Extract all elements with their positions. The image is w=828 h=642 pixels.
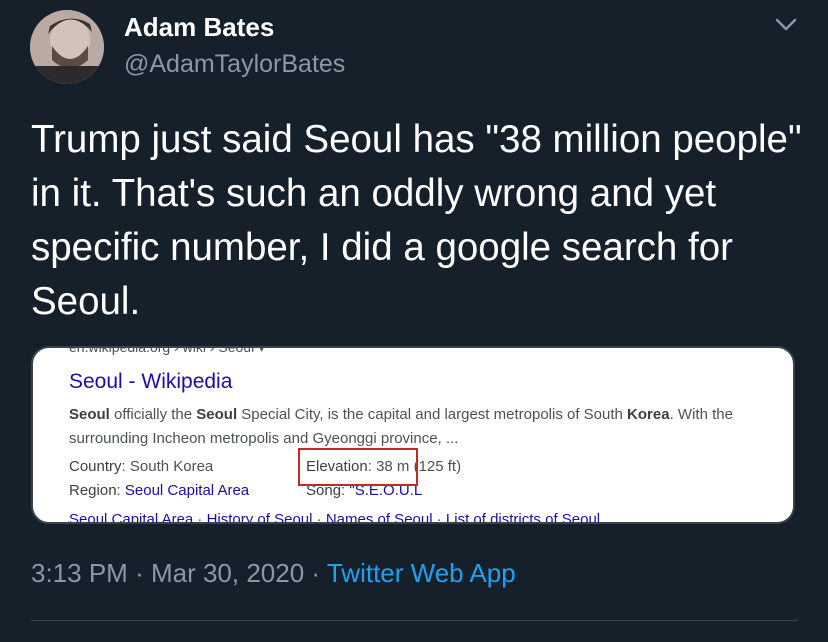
author-name[interactable]: Adam Bates xyxy=(124,12,274,43)
fact-label-country: Country xyxy=(69,458,122,475)
source-app-link[interactable]: Twitter Web App xyxy=(327,558,516,588)
tweet-time[interactable]: 3:13 PM xyxy=(31,558,128,588)
snippet-bold-term: Seoul xyxy=(196,406,238,423)
result-title: Seoul - Wikipedia xyxy=(69,370,233,393)
elevation-highlight-box xyxy=(298,448,418,486)
tweet-text: Trump just said Seoul has "38 million pe… xyxy=(31,118,802,323)
result-snippet: Seoul officially the Seoul Special City,… xyxy=(69,403,769,451)
avatar[interactable] xyxy=(30,10,104,84)
fact-value-region: Seoul Capital Area xyxy=(124,482,250,499)
fact-value-country: South Korea xyxy=(129,458,214,475)
link-separator: · xyxy=(432,511,446,524)
snippet-text: officially the xyxy=(109,406,197,423)
link-separator: · xyxy=(193,511,207,524)
related-link: History of Seoul xyxy=(206,511,313,524)
related-link: Names of Seoul xyxy=(325,511,433,524)
meta-separator: · xyxy=(311,558,321,588)
avatar-photo xyxy=(30,10,104,84)
result-breadcrumb: en.wikipedia.org › wiki › Seoul ▾ xyxy=(69,346,266,355)
author-handle[interactable]: @AdamTaylorBates xyxy=(124,50,345,79)
related-link: Seoul Capital Area xyxy=(69,511,194,524)
chevron-down-icon[interactable] xyxy=(771,12,801,36)
meta-separator: · xyxy=(135,558,144,588)
link-separator: · xyxy=(312,511,326,524)
snippet-text: Special City, is the capital and largest… xyxy=(237,406,628,423)
attached-image[interactable]: en.wikipedia.org › wiki › Seoul ▾ Seoul … xyxy=(31,346,795,524)
related-link: List of districts of Seoul xyxy=(445,511,601,524)
snippet-bold-term: Seoul xyxy=(69,406,110,423)
snippet-bold-term: Korea xyxy=(627,406,670,423)
tweet-date[interactable]: Mar 30, 2020 xyxy=(151,558,304,588)
fact-label-region: Region xyxy=(69,482,117,499)
divider xyxy=(31,620,798,621)
tweet-meta: 3:13 PM · Mar 30, 2020 · Twitter Web App xyxy=(31,558,516,589)
related-links: Seoul Capital Area · History of Seoul · … xyxy=(69,511,601,524)
